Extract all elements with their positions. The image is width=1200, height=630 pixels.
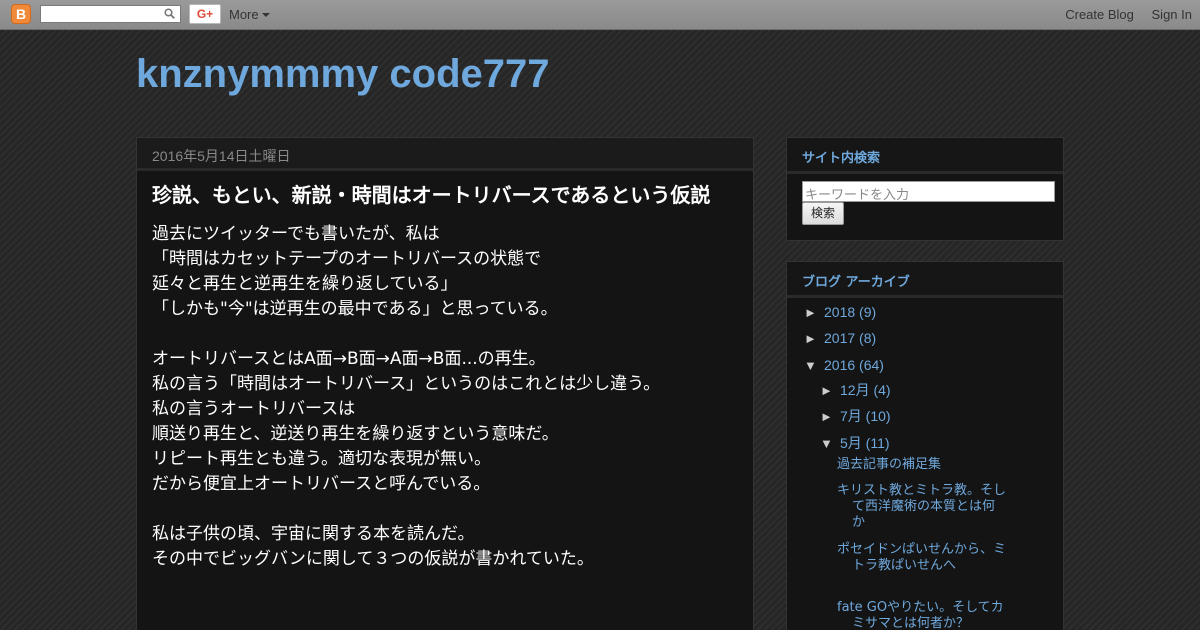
- archive-month-dec[interactable]: ► 12月 (4): [820, 380, 891, 400]
- archive-month-label[interactable]: 7月 (10): [840, 408, 891, 424]
- more-menu[interactable]: More: [229, 7, 270, 22]
- archive-post-link[interactable]: ポセイドンぱいせんから、ミトラ教ぱいせんへ: [837, 542, 1007, 574]
- archive-widget-title: ブログ アーカイブ: [787, 262, 1063, 298]
- post-date: 2016年5月14日土曜日: [137, 138, 753, 171]
- blog-title[interactable]: knznymmmy code777: [136, 52, 550, 97]
- post-container: 2016年5月14日土曜日 珍説、もとい、新説・時間はオートリバースであるという…: [136, 137, 754, 630]
- caret-down-icon: [261, 13, 270, 17]
- post-body: 過去にツイッターでも書いたが、私は 「時間はカセットテープのオートリバースの状態…: [137, 210, 753, 572]
- post-line: 延々と再生と逆再生を繰り返している」: [152, 274, 458, 294]
- archive-year-2018[interactable]: ► 2018 (9): [804, 304, 876, 320]
- expand-arrow-icon[interactable]: ►: [820, 409, 840, 424]
- post-line: 「時間はカセットテープのオートリバースの状態で: [152, 249, 542, 269]
- archive-month-jul[interactable]: ► 7月 (10): [820, 406, 891, 426]
- post-paragraph: 過去にツイッターでも書いたが、私は 「時間はカセットテープのオートリバースの状態…: [152, 222, 738, 322]
- archive-month-label[interactable]: 12月 (4): [840, 382, 891, 398]
- expand-arrow-icon[interactable]: ►: [804, 305, 824, 320]
- collapse-arrow-icon[interactable]: ▼: [820, 436, 840, 451]
- archive-year-label[interactable]: 2016 (64): [824, 357, 884, 373]
- post-line: 私の言うオートリバースは: [152, 399, 356, 419]
- expand-arrow-icon[interactable]: ►: [804, 331, 824, 346]
- post-title[interactable]: 珍説、もとい、新説・時間はオートリバースであるという仮説: [137, 171, 727, 210]
- collapse-arrow-icon[interactable]: ▼: [804, 358, 824, 373]
- more-label: More: [229, 7, 259, 22]
- post-line: リピート再生とも違う。適切な表現が無い。: [152, 449, 491, 469]
- expand-arrow-icon[interactable]: ►: [820, 383, 840, 398]
- post-line: 過去にツイッターでも書いたが、私は: [152, 224, 440, 244]
- archive-year-label[interactable]: 2018 (9): [824, 304, 876, 320]
- archive-year-2016[interactable]: ▼ 2016 (64): [804, 357, 884, 373]
- post-line: 順送り再生と、逆送り再生を繰り返すという意味だ。: [152, 424, 559, 444]
- archive-post-link[interactable]: fate GOやりたい。そしてカミサマとは何者か？: [837, 600, 1007, 630]
- archive-month-may[interactable]: ▼ 5月 (11): [820, 433, 890, 453]
- search-widget: サイト内検索 キーワードを入力 検索: [786, 137, 1064, 241]
- navbar-search-input[interactable]: [40, 5, 181, 23]
- archive-year-label[interactable]: 2017 (8): [824, 330, 876, 346]
- create-blog-link[interactable]: Create Blog: [1065, 7, 1134, 22]
- blogger-logo-letter: B: [16, 6, 27, 22]
- post-line: その中でビッグバンに関して３つの仮説が書かれていた。: [152, 549, 594, 569]
- post-line: 私は子供の頃、宇宙に関する本を読んだ。: [152, 524, 475, 544]
- blogger-logo-icon[interactable]: B: [11, 4, 31, 24]
- archive-post-link[interactable]: 過去記事の補足集: [837, 457, 1007, 473]
- search-widget-title: サイト内検索: [787, 138, 1063, 174]
- search-icon[interactable]: [164, 8, 175, 19]
- archive-widget: ブログ アーカイブ ► 2018 (9) ► 2017 (8) ▼ 2016 (64)…: [786, 261, 1064, 630]
- post-line: 私の言う「時間はオートリバース」というのはこれとは少し違う。: [152, 374, 661, 394]
- archive-post-link[interactable]: キリスト教とミトラ教。そして西洋魔術の本質とは何か: [837, 483, 1007, 531]
- blogger-navbar: B G+ More Create Blog Sign In: [0, 0, 1200, 30]
- post-line: 「しかも"今"は逆再生の最中である」と思っている。: [152, 299, 558, 319]
- archive-month-label[interactable]: 5月 (11): [840, 435, 890, 451]
- sign-in-link[interactable]: Sign In: [1152, 7, 1192, 22]
- post-line: だから便宜上オートリバースと呼んでいる。: [152, 474, 491, 494]
- search-button[interactable]: 検索: [802, 202, 844, 225]
- post-line: オートリバースとはA面→B面→A面→B面...の再生。: [152, 349, 546, 369]
- archive-year-2017[interactable]: ► 2017 (8): [804, 330, 876, 346]
- site-search-input[interactable]: キーワードを入力: [802, 181, 1055, 203]
- post-paragraph: 私は子供の頃、宇宙に関する本を読んだ。 その中でビッグバンに関して３つの仮説が書…: [152, 522, 738, 572]
- post-paragraph: オートリバースとはA面→B面→A面→B面...の再生。 私の言う「時間はオートリ…: [152, 347, 738, 497]
- google-plus-button[interactable]: G+: [189, 4, 221, 24]
